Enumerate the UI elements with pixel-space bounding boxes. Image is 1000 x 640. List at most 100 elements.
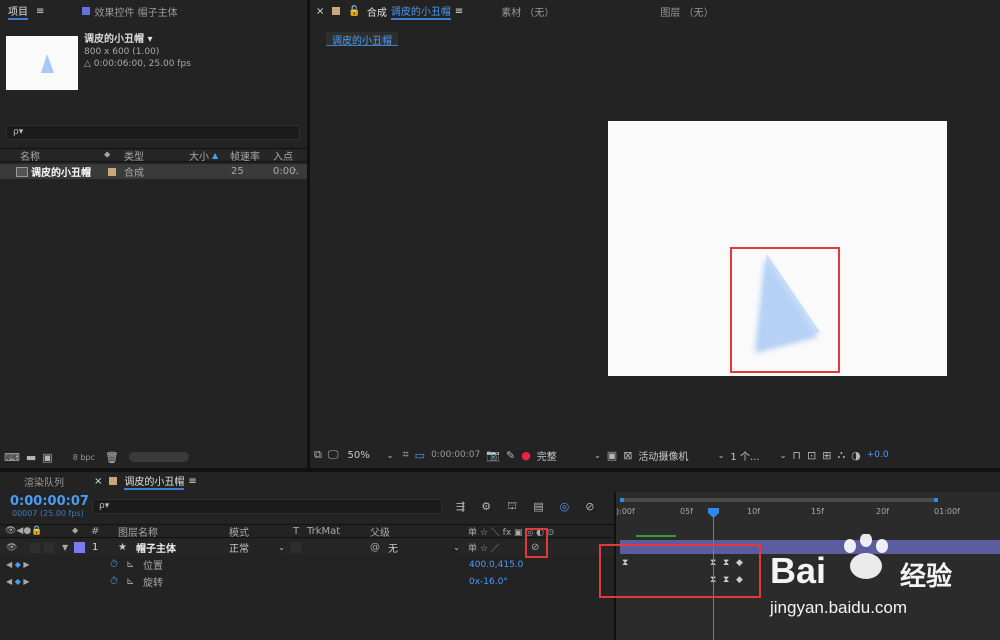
property-row-rotation[interactable]: ◀ ◆ ▶ ⏱ ⊾ 旋转 0x-16.0° [0, 574, 614, 589]
project-scrollbar[interactable] [128, 452, 189, 462]
timeline-switch-icons: ⇶ ⚙ ⛫ ▤ ◎ ⊘ [456, 499, 594, 514]
property-value-rotation[interactable]: 0x-16.0° [469, 577, 508, 587]
tab-layer[interactable]: 图层 （无） [652, 4, 721, 19]
col-trkmat[interactable]: TrkMat [307, 526, 340, 537]
mode-dropdown[interactable]: 正常 ⌄ [229, 540, 285, 555]
frame-info: 00007 (25.00 fps) [12, 509, 84, 518]
lock-box[interactable] [44, 542, 54, 553]
menu-icon[interactable]: ≡ [188, 476, 196, 487]
col-fps[interactable]: 帧速率 [230, 148, 260, 163]
bpc-button[interactable]: 8 bpc [73, 453, 95, 462]
time-ruler[interactable]: ):00f 05f 10f 15f 20f 01:00f [616, 504, 1000, 522]
tab-footage[interactable]: 素材 （无） [493, 4, 562, 19]
col-type[interactable]: 类型 [124, 148, 144, 163]
timeline-icon[interactable]: ⊞ [822, 449, 831, 462]
current-time[interactable]: 0:00:00:07 [10, 494, 89, 509]
av-switches-icon: 👁◀●🔒 [5, 526, 43, 536]
toggle-pixel-aspect-icon[interactable]: ⊓ [792, 449, 801, 462]
views-dropdown[interactable]: 1 个... ⌄ [730, 448, 786, 463]
keyframe-nav-icon[interactable]: ◀ ◆ ▶ [6, 560, 30, 569]
region-of-interest-icon[interactable]: ▣ [607, 449, 617, 462]
col-parent[interactable]: 父级 [370, 524, 390, 539]
motion-blur-icon[interactable]: ◎ [560, 499, 570, 514]
menu-icon[interactable]: ≡ [455, 6, 463, 17]
parent-dropdown[interactable]: 无 ⌄ [388, 540, 460, 555]
snapshot-region-icon[interactable]: ⧉ [314, 448, 322, 462]
show-snapshot-icon[interactable]: ✎ [506, 449, 515, 462]
flowchart-icon[interactable]: ⛬ [837, 448, 845, 462]
comp-size: 800 x 600 (1.00) [84, 47, 160, 57]
composition-viewer[interactable] [310, 50, 1000, 444]
ruler-label-15: 15f [811, 507, 824, 516]
fast-preview-icon[interactable]: ⊡ [807, 449, 816, 462]
comp-tabbar: × 🔓 合成 调皮的小丑帽 ≡ 素材 （无） 图层 （无） [310, 0, 1000, 22]
trkmat-box[interactable] [291, 542, 301, 553]
tab-effect-controls[interactable]: 效果控件 帽子主体 [74, 4, 185, 19]
tag-icon[interactable]: ⬥ [104, 150, 110, 160]
grid-icon[interactable]: ⌗ [402, 448, 408, 462]
graph-icon[interactable]: ⊾ [126, 559, 134, 570]
chevron-down-icon: ⌄ [779, 450, 787, 460]
stopwatch-icon[interactable]: ⏱ [110, 559, 118, 570]
timecode-display[interactable]: 0:00:00:07 [431, 450, 480, 460]
pickwhip-icon[interactable]: @ [370, 542, 380, 553]
search-icon: ρ▾ [13, 127, 24, 137]
tab-composition[interactable]: × 🔓 合成 调皮的小丑帽 ≡ [310, 3, 471, 20]
graph-editor-icon[interactable]: ⊘ [585, 499, 594, 514]
col-layer-name[interactable]: 图层名称 [118, 524, 158, 539]
solo-box[interactable] [30, 542, 40, 553]
comp-name[interactable]: 调皮的小丑帽 ▾ [84, 34, 191, 46]
project-search-input[interactable]: ρ▾ [6, 125, 300, 140]
tab-render-queue[interactable]: 渲染队列 [0, 474, 72, 489]
tab-project[interactable]: 项目 ≡ [0, 3, 52, 20]
baidu-watermark: Bai 经验 jingyan.baidu.com [770, 534, 990, 630]
col-mode[interactable]: 模式 [229, 524, 249, 539]
graph-icon[interactable]: ⊾ [126, 576, 134, 587]
transparency-grid-icon[interactable]: ⊠ [623, 449, 632, 462]
composition-flowchart-icon[interactable]: ⇶ [456, 499, 465, 514]
new-composition-icon[interactable]: ▣ [42, 451, 52, 464]
property-row-position[interactable]: ◀ ◆ ▶ ⏱ ⊾ 位置 400.0,415.0 [0, 557, 614, 572]
shy-layers-icon[interactable]: ⛫ [507, 499, 517, 514]
project-item-row[interactable]: 调皮的小丑帽 合成 25 0:00 ⛬ [0, 164, 307, 179]
exposure-value[interactable]: +0.0 [867, 450, 889, 460]
tab-timeline-comp[interactable]: × 调皮的小丑帽 ≡ [86, 473, 205, 490]
col-in[interactable]: 入点 [273, 148, 293, 163]
ruler-label-0: ):00f [616, 507, 635, 516]
draft-3d-icon[interactable]: ⚙ [481, 499, 491, 514]
mask-toggle-icon[interactable]: ▭ [415, 449, 425, 462]
col-size[interactable]: 大小 [189, 148, 209, 163]
layer-label-swatch[interactable] [74, 542, 85, 553]
timeline-layer-row[interactable]: 👁 ▼ 1 ★ 帽子主体 正常 ⌄ @ 无 ⌄ 单 ☆ ／ ⊘ [0, 540, 614, 555]
timeline-search-input[interactable]: ρ▾ [92, 499, 442, 514]
comp-thumbnail[interactable] [6, 36, 78, 90]
keyframe-nav-icon[interactable]: ◀ ◆ ▶ [6, 577, 30, 586]
property-value-position[interactable]: 400.0,415.0 [469, 560, 523, 570]
camera-snapshot-icon[interactable]: 📷 [486, 449, 500, 462]
comp-breadcrumb[interactable]: 调皮的小丑帽 [326, 32, 398, 47]
close-icon[interactable]: × [94, 476, 102, 487]
expand-arrow-icon[interactable]: ▼ [62, 543, 68, 552]
zoom-dropdown[interactable]: 50% ⌄ [344, 450, 396, 461]
menu-icon[interactable]: ≡ [36, 6, 44, 17]
monitor-icon[interactable]: 🖵 [328, 448, 339, 462]
network-icon: ⛬ [292, 166, 299, 177]
color-channels-icon[interactable]: ● [521, 449, 531, 462]
label-tag-icon[interactable]: ⬥ [72, 526, 78, 536]
col-name[interactable]: 名称 [20, 148, 40, 163]
close-icon[interactable]: × [316, 6, 324, 17]
layer-name[interactable]: 帽子主体 [136, 540, 176, 555]
layer-switches-icon[interactable]: 单 ☆ ／ [468, 541, 500, 554]
eye-icon[interactable]: 👁 [6, 543, 17, 553]
work-area-bar[interactable] [620, 498, 938, 502]
lock-icon[interactable]: 🔓 [348, 6, 360, 17]
frame-blending-icon[interactable]: ▤ [533, 499, 543, 514]
new-folder-icon[interactable]: ▬ [26, 451, 36, 464]
stopwatch-icon[interactable]: ⏱ [110, 576, 118, 587]
reset-exposure-icon[interactable]: ◑ [851, 449, 861, 462]
camera-dropdown[interactable]: 活动摄像机 ⌄ [638, 448, 724, 463]
trash-icon[interactable]: 🗑 [105, 451, 119, 464]
interpret-footage-icon[interactable]: ⌨ [4, 451, 20, 464]
watermark-brand2: 经验 [900, 562, 953, 592]
resolution-dropdown[interactable]: 完整 ⌄ [537, 448, 601, 463]
